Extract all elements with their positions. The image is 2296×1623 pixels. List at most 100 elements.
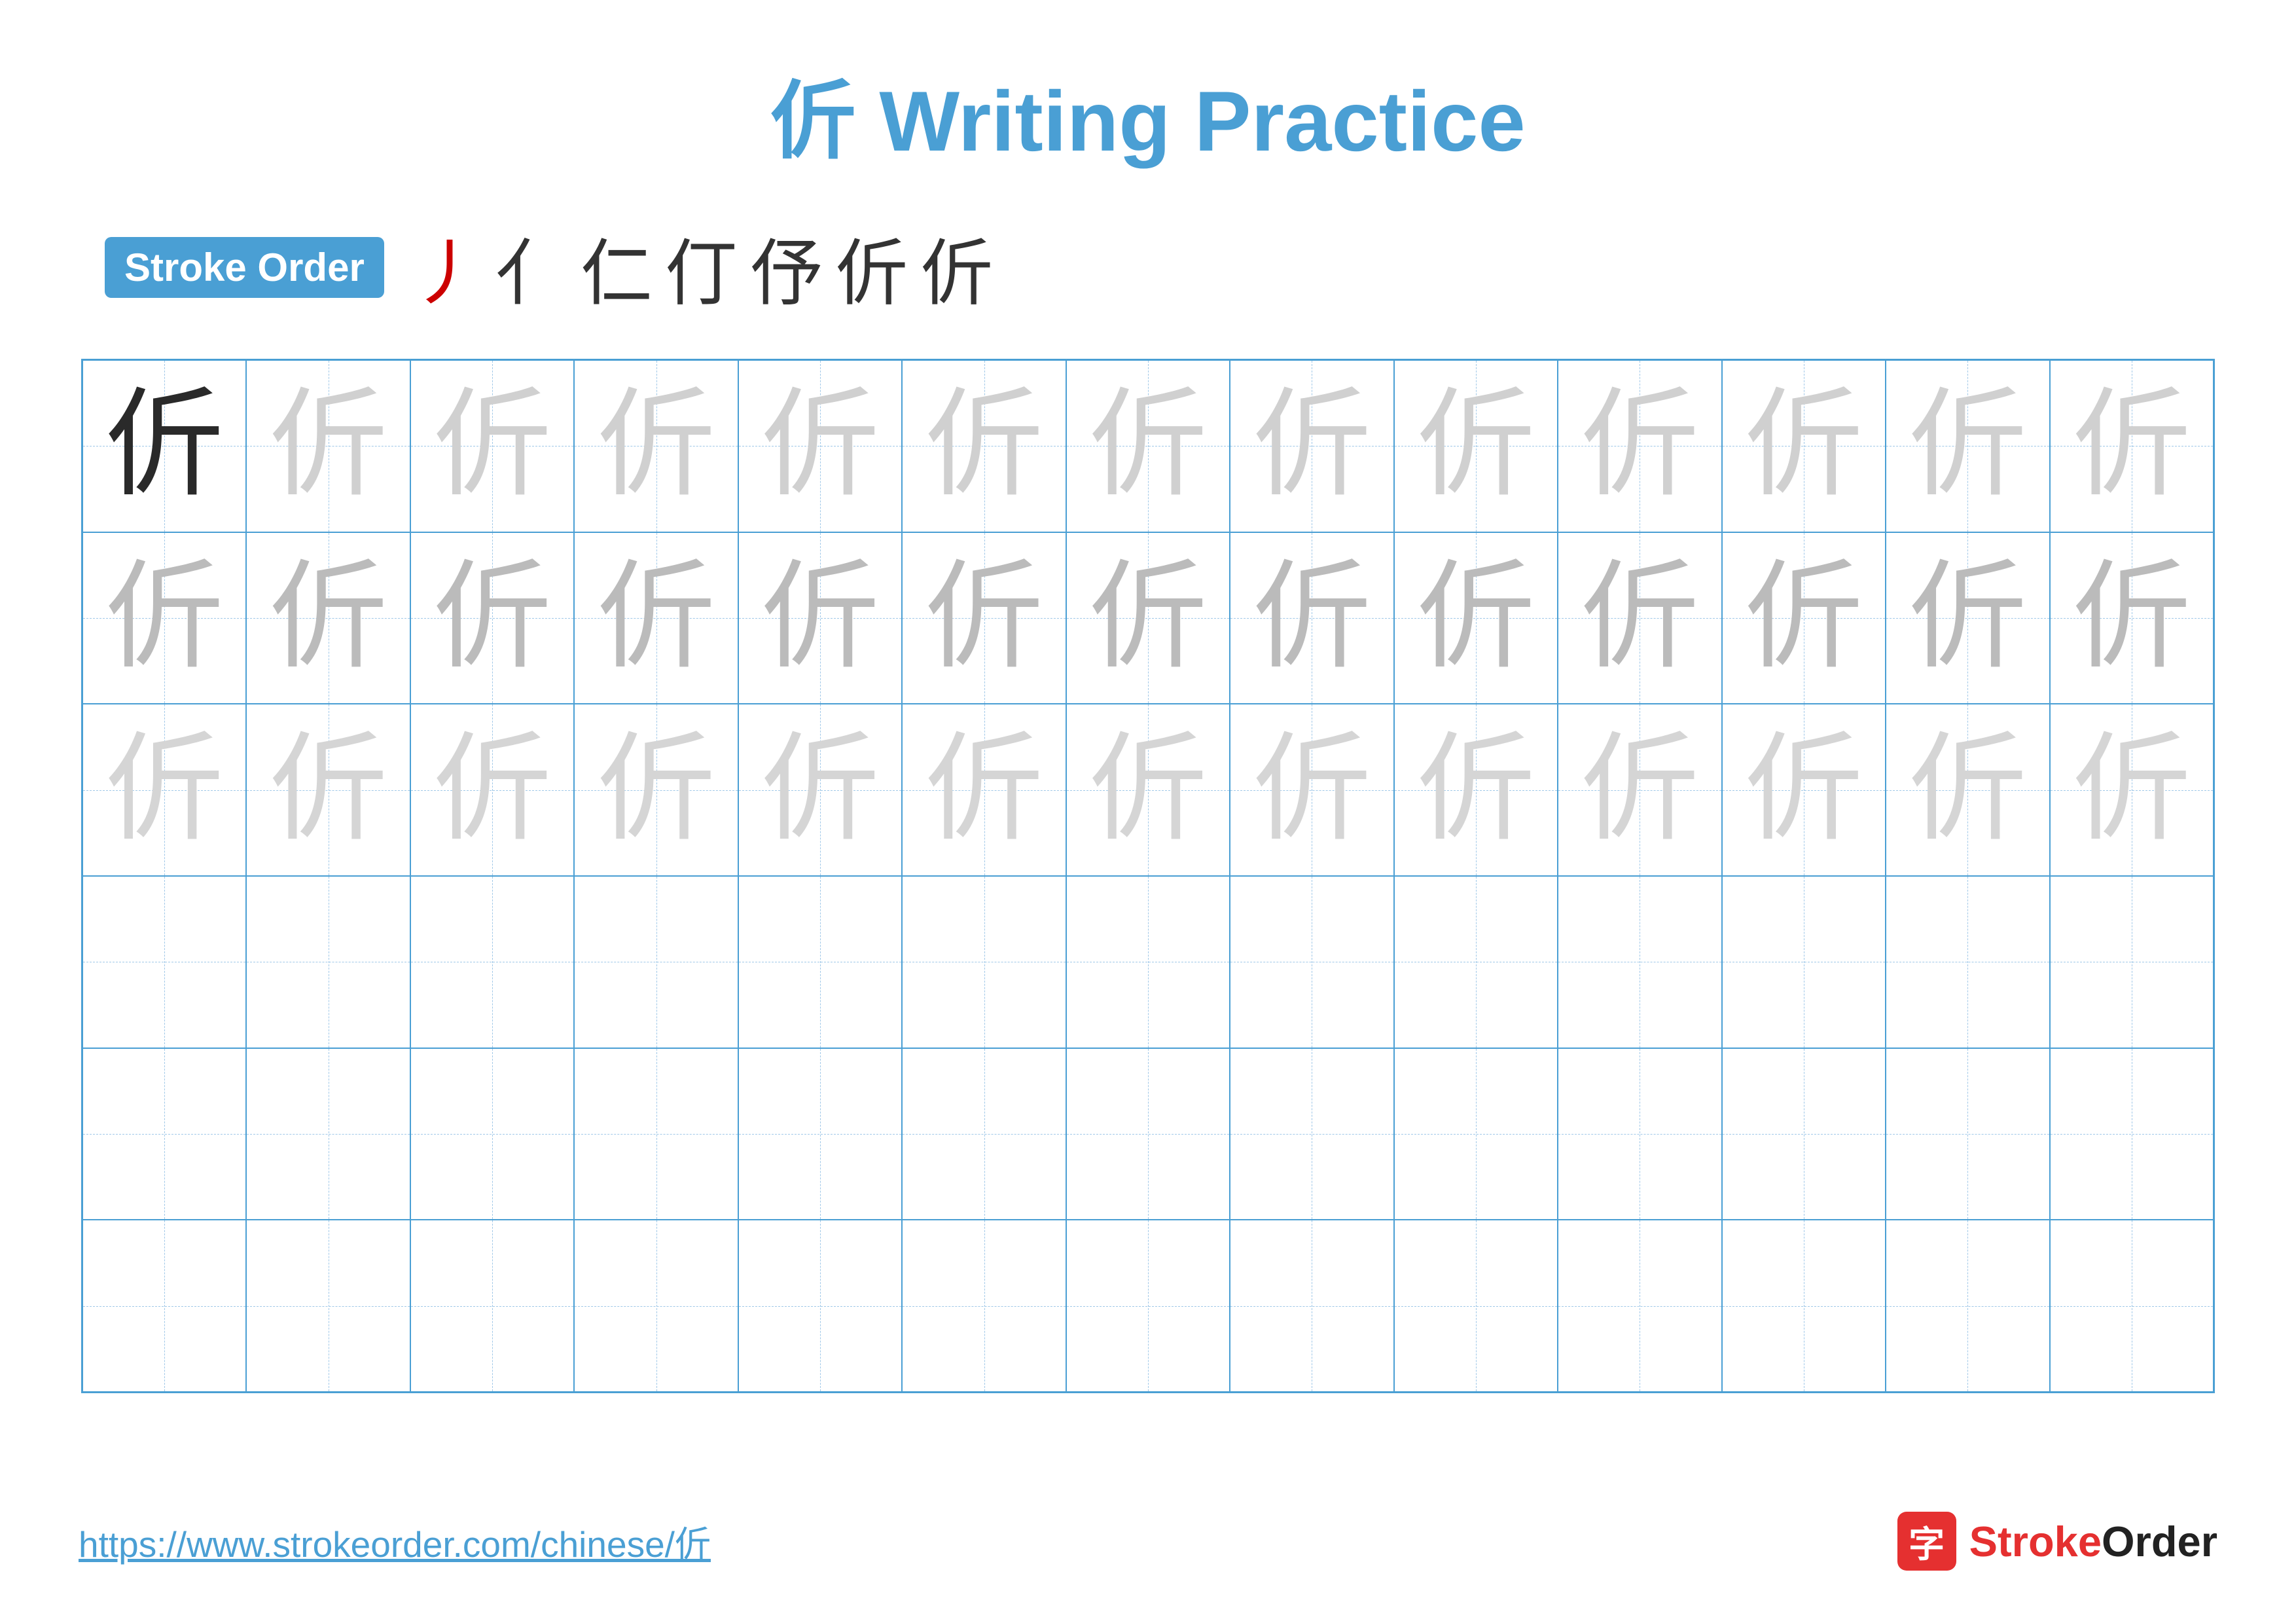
grid-cell-r2-c1[interactable]: 伒 [246,704,410,876]
grid-cell-r1-c3[interactable]: 伒 [574,532,738,704]
grid-cell-r4-c11[interactable] [1886,1048,2049,1220]
grid-cell-r4-c12[interactable] [2050,1048,2214,1220]
grid-cell-r5-c0[interactable] [82,1220,246,1392]
practice-char: 伒 [1581,559,1698,677]
grid-cell-r5-c12[interactable] [2050,1220,2214,1392]
practice-char: 伒 [1909,559,2026,677]
footer: https://www.strokeorder.com/chinese/伒 字 … [79,1512,2217,1571]
practice-char: 伒 [598,387,715,505]
grid-cell-r0-c4[interactable]: 伒 [738,360,902,532]
grid-cell-r0-c9[interactable]: 伒 [1558,360,1721,532]
grid-cell-r2-c5[interactable]: 伒 [902,704,1066,876]
footer-logo: 字 StrokeOrder [1897,1512,2217,1571]
practice-char: 伒 [2073,559,2191,677]
grid-cell-r1-c2[interactable]: 伒 [410,532,574,704]
grid-cell-r3-c3[interactable] [574,876,738,1048]
grid-cell-r4-c1[interactable] [246,1048,410,1220]
grid-cell-r3-c11[interactable] [1886,876,2049,1048]
grid-cell-r5-c4[interactable] [738,1220,902,1392]
grid-cell-r4-c6[interactable] [1066,1048,1230,1220]
stroke-4: 仃 [666,215,738,319]
grid-cell-r5-c11[interactable] [1886,1220,2049,1392]
grid-cell-r4-c2[interactable] [410,1048,574,1220]
grid-cell-r1-c8[interactable]: 伒 [1394,532,1558,704]
grid-cell-r3-c7[interactable] [1230,876,1393,1048]
grid-cell-r2-c7[interactable]: 伒 [1230,704,1393,876]
grid-cell-r0-c2[interactable]: 伒 [410,360,574,532]
grid-cell-r4-c0[interactable] [82,1048,246,1220]
grid-cell-r5-c3[interactable] [574,1220,738,1392]
grid-cell-r1-c10[interactable]: 伒 [1722,532,1886,704]
grid-cell-r5-c8[interactable] [1394,1220,1558,1392]
grid-cell-r0-c0[interactable]: 伒 [82,360,246,532]
grid-cell-r2-c8[interactable]: 伒 [1394,704,1558,876]
grid-cell-r4-c3[interactable] [574,1048,738,1220]
grid-cell-r2-c2[interactable]: 伒 [410,704,574,876]
grid-cell-r3-c0[interactable] [82,876,246,1048]
grid-cell-r1-c6[interactable]: 伒 [1066,532,1230,704]
grid-cell-r1-c12[interactable]: 伒 [2050,532,2214,704]
grid-cell-r2-c6[interactable]: 伒 [1066,704,1230,876]
grid-cell-r4-c10[interactable] [1722,1048,1886,1220]
grid-cell-r2-c3[interactable]: 伒 [574,704,738,876]
title-chinese-char: 伒 [770,73,879,169]
grid-cell-r1-c7[interactable]: 伒 [1230,532,1393,704]
grid-cell-r2-c9[interactable]: 伒 [1558,704,1721,876]
grid-cell-r1-c11[interactable]: 伒 [1886,532,2049,704]
practice-char: 伒 [433,387,551,505]
grid-cell-r3-c2[interactable] [410,876,574,1048]
grid-cell-r2-c10[interactable]: 伒 [1722,704,1886,876]
grid-cell-r0-c3[interactable]: 伒 [574,360,738,532]
grid-cell-r0-c12[interactable]: 伒 [2050,360,2214,532]
grid-cell-r3-c6[interactable] [1066,876,1230,1048]
grid-cell-r3-c9[interactable] [1558,876,1721,1048]
practice-char: 伒 [1253,731,1371,849]
stroke-order-badge: Stroke Order [105,237,384,298]
footer-url[interactable]: https://www.strokeorder.com/chinese/伒 [79,1515,711,1567]
grid-cell-r4-c4[interactable] [738,1048,902,1220]
grid-cell-r5-c10[interactable] [1722,1220,1886,1392]
grid-cell-r0-c1[interactable]: 伒 [246,360,410,532]
grid-cell-r4-c8[interactable] [1394,1048,1558,1220]
grid-cell-r0-c11[interactable]: 伒 [1886,360,2049,532]
practice-char: 伒 [1745,559,1863,677]
grid-cell-r0-c5[interactable]: 伒 [902,360,1066,532]
grid-cell-r3-c1[interactable] [246,876,410,1048]
grid-cell-r0-c10[interactable]: 伒 [1722,360,1886,532]
grid-cell-r1-c4[interactable]: 伒 [738,532,902,704]
stroke-2: 亻 [495,215,567,319]
grid-cell-r5-c1[interactable] [246,1220,410,1392]
grid-cell-r5-c7[interactable] [1230,1220,1393,1392]
grid-cell-r5-c2[interactable] [410,1220,574,1392]
grid-cell-r1-c1[interactable]: 伒 [246,532,410,704]
practice-char: 伒 [925,387,1043,505]
practice-char: 伒 [270,731,387,849]
grid-cell-r2-c0[interactable]: 伒 [82,704,246,876]
grid-cell-r1-c5[interactable]: 伒 [902,532,1066,704]
grid-cell-r3-c5[interactable] [902,876,1066,1048]
stroke-order-row: Stroke Order 丿 亻 仁 仃 伃 伒 伒 [79,215,2217,319]
grid-cell-r3-c8[interactable] [1394,876,1558,1048]
grid-cell-r2-c4[interactable]: 伒 [738,704,902,876]
practice-char: 伒 [1253,559,1371,677]
grid-cell-r5-c9[interactable] [1558,1220,1721,1392]
grid-cell-r1-c9[interactable]: 伒 [1558,532,1721,704]
grid-cell-r4-c7[interactable] [1230,1048,1393,1220]
practice-char: 伒 [105,387,223,505]
grid-cell-r5-c5[interactable] [902,1220,1066,1392]
grid-cell-r5-c6[interactable] [1066,1220,1230,1392]
practice-char: 伒 [925,731,1043,849]
grid-cell-r4-c9[interactable] [1558,1048,1721,1220]
grid-cell-r0-c6[interactable]: 伒 [1066,360,1230,532]
grid-cell-r2-c11[interactable]: 伒 [1886,704,2049,876]
grid-cell-r3-c12[interactable] [2050,876,2214,1048]
grid-cell-r1-c0[interactable]: 伒 [82,532,246,704]
grid-cell-r0-c7[interactable]: 伒 [1230,360,1393,532]
grid-cell-r3-c10[interactable] [1722,876,1886,1048]
stroke-7: 伒 [921,215,993,319]
grid-cell-r0-c8[interactable]: 伒 [1394,360,1558,532]
stroke-6: 伒 [836,215,908,319]
grid-cell-r2-c12[interactable]: 伒 [2050,704,2214,876]
grid-cell-r4-c5[interactable] [902,1048,1066,1220]
grid-cell-r3-c4[interactable] [738,876,902,1048]
